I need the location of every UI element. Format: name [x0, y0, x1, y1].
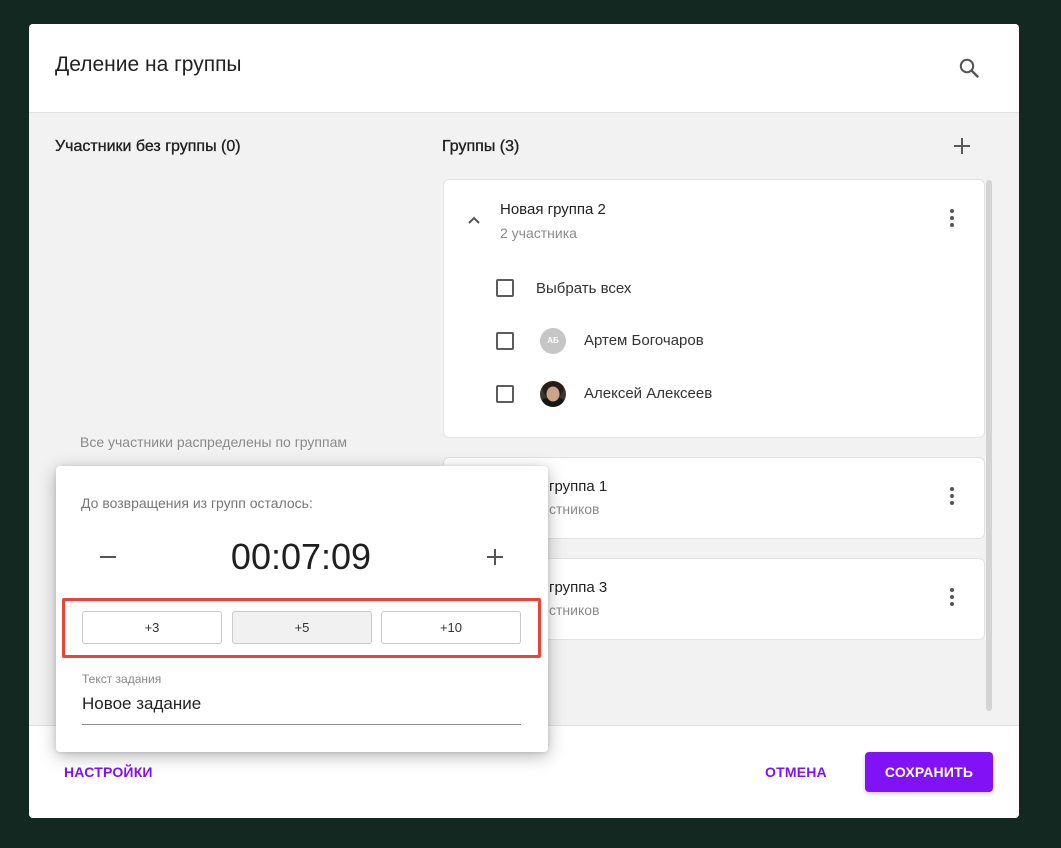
task-text-input[interactable]: Новое задание — [82, 693, 521, 715]
group-title: группа 1 — [549, 478, 608, 495]
kebab-menu-icon[interactable] — [942, 587, 962, 607]
group-title: группа 3 — [549, 579, 608, 596]
groups-heading: Группы (3) — [442, 138, 520, 155]
unassigned-empty-message: Все участники распределены по группам — [80, 434, 348, 450]
unassigned-heading: Участники без группы (0) — [55, 138, 241, 155]
member-checkbox[interactable] — [496, 332, 514, 350]
dialog-header: Деление на группы — [29, 24, 1019, 113]
avatar: АБ — [540, 328, 566, 354]
plus-icon[interactable] — [486, 548, 504, 566]
groups-scrollbar[interactable] — [986, 180, 992, 711]
dialog-title: Деление на группы — [55, 53, 242, 76]
cancel-button[interactable]: ОТМЕНА — [765, 762, 827, 782]
group-title: Новая группа 2 — [500, 201, 606, 218]
chevron-up-icon[interactable] — [467, 213, 481, 227]
add-3-minutes-button[interactable]: +3 — [82, 611, 222, 644]
add-10-minutes-button[interactable]: +10 — [381, 611, 521, 644]
group-member-count: стников — [549, 602, 600, 618]
save-button[interactable]: СОХРАНИТЬ — [865, 752, 993, 792]
countdown-time: 00:07:09 — [230, 536, 372, 577]
select-all-checkbox[interactable] — [496, 279, 514, 297]
select-all-label: Выбрать всех — [536, 280, 632, 297]
group-member-count: стников — [549, 501, 600, 517]
search-icon[interactable] — [958, 57, 980, 79]
user-photo-avatar — [540, 381, 566, 407]
group-card: Новая группа 2 2 участника Выбрать всех … — [443, 179, 985, 438]
add-5-minutes-button[interactable]: +5 — [232, 611, 372, 644]
kebab-menu-icon[interactable] — [942, 208, 962, 228]
task-text-label: Текст задания — [82, 672, 162, 686]
time-remaining-label: До возвращения из групп осталось: — [81, 495, 313, 511]
member-name: Алексей Алексеев — [584, 385, 713, 402]
group-member-count: 2 участника — [500, 225, 577, 241]
plus-icon[interactable] — [953, 137, 971, 155]
task-input-underline — [82, 724, 521, 725]
kebab-menu-icon[interactable] — [942, 486, 962, 506]
member-checkbox[interactable] — [496, 385, 514, 403]
timer-popover: До возвращения из групп осталось: 00:07:… — [56, 466, 548, 752]
member-name: Артем Богочаров — [584, 332, 704, 349]
settings-button[interactable]: НАСТРОЙКИ — [64, 762, 153, 782]
